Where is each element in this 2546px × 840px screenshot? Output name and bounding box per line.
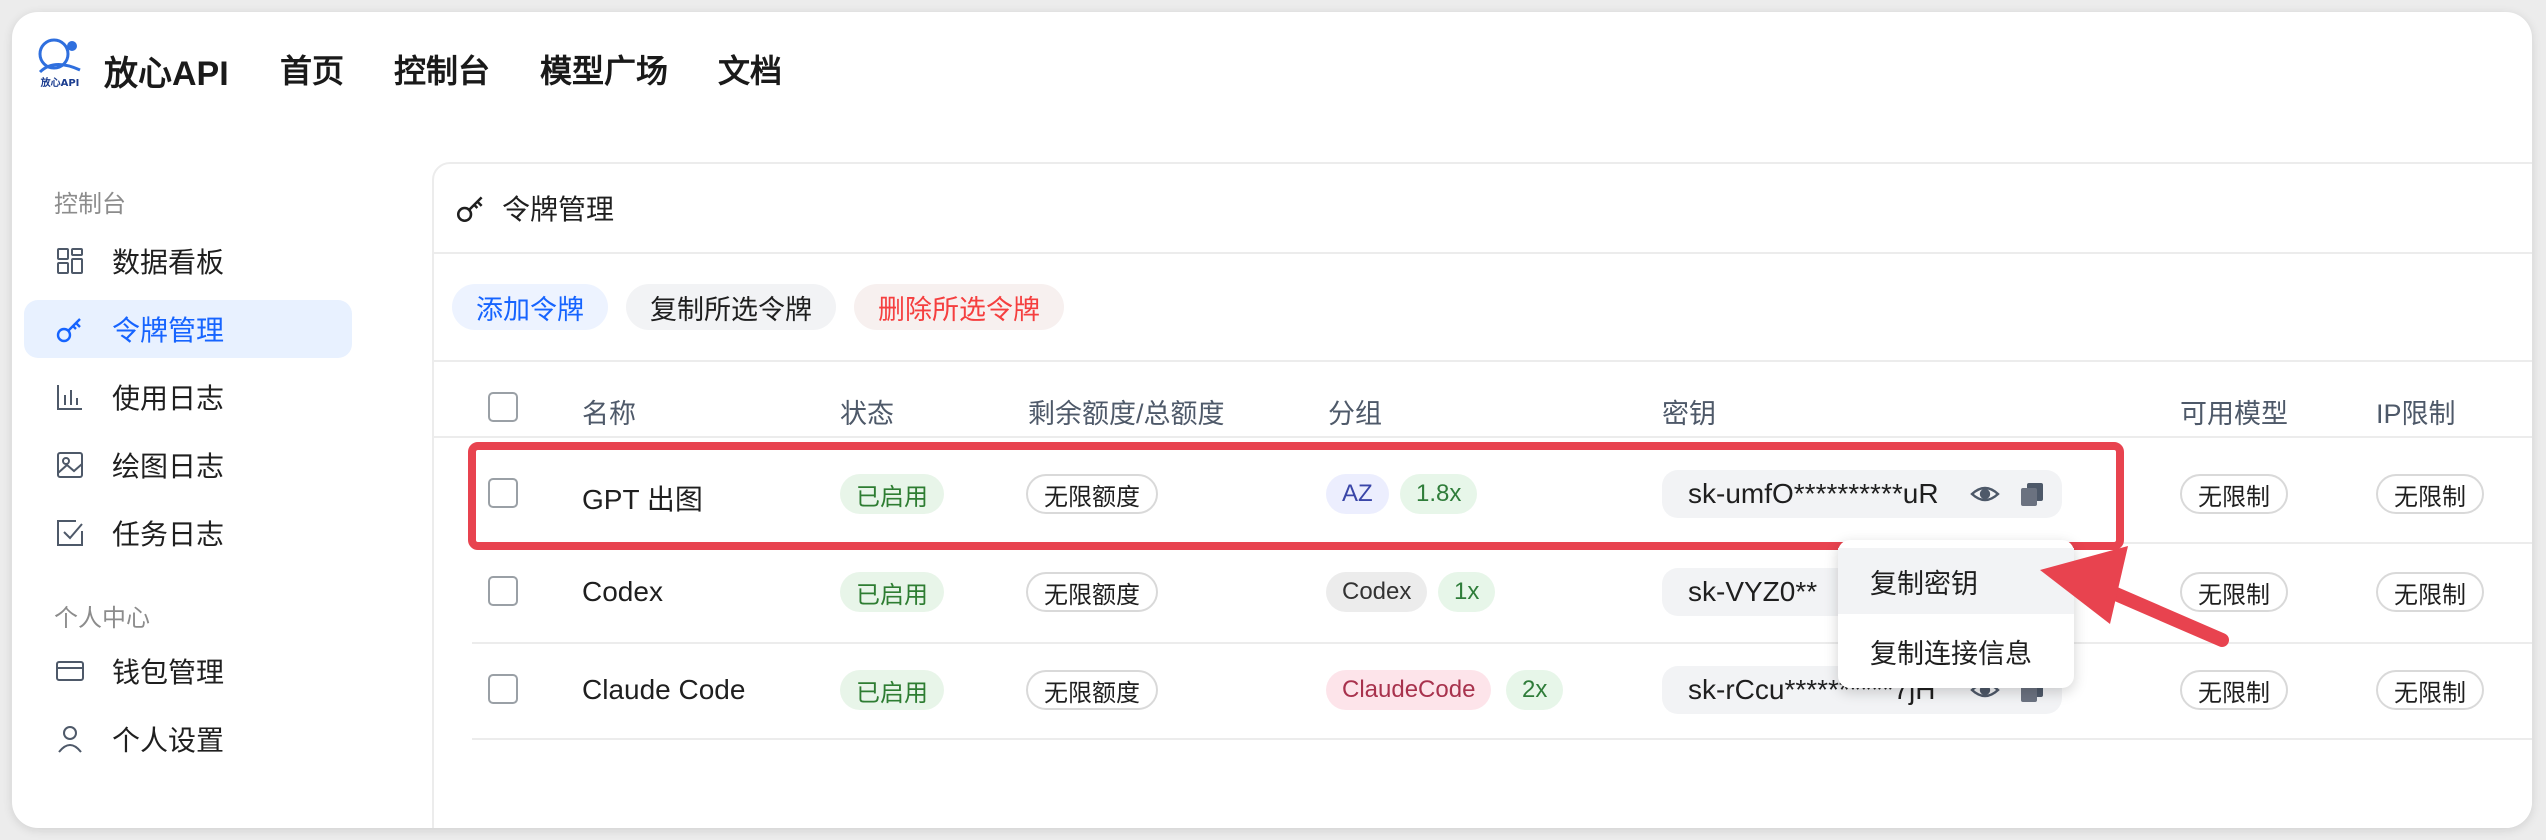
sidebar-item-label: 任务日志: [112, 519, 225, 550]
sidebar-section-console: 控制台: [54, 191, 126, 218]
column-header-group[interactable]: 分组: [1328, 392, 1382, 431]
models-badge: 无限制: [2180, 670, 2288, 710]
group-badge: Codex: [1326, 572, 1428, 612]
sidebar-item-label: 钱包管理: [112, 657, 225, 688]
divider: [434, 360, 2532, 362]
token-name: Codex: [582, 576, 663, 607]
sidebar-item-label: 令牌管理: [112, 315, 225, 346]
sidebar-item-wallet[interactable]: 钱包管理: [24, 642, 352, 700]
models-badge: 无限制: [2180, 474, 2288, 514]
image-icon: [57, 452, 83, 478]
logo-text: 放心API: [40, 76, 80, 88]
ip-badge: 无限制: [2376, 474, 2484, 514]
row-divider: [472, 738, 2532, 740]
row-checkbox[interactable]: [488, 674, 518, 704]
sidebar-item-label: 数据看板: [112, 247, 225, 278]
nav-model-plaza[interactable]: 模型广场: [540, 46, 668, 92]
sidebar-item-drawing-log[interactable]: 绘图日志: [24, 436, 352, 494]
key-value: sk-VYZ0**: [1688, 576, 1818, 607]
column-header-quota[interactable]: 剩余额度/总额度: [1028, 392, 1225, 431]
key-icon: [456, 196, 483, 223]
sidebar-item-label: 绘图日志: [112, 451, 225, 482]
card-header: 令牌管理: [434, 164, 2532, 254]
column-header-name[interactable]: 名称: [582, 392, 636, 431]
check-square-icon: [57, 520, 83, 546]
column-header-key[interactable]: 密钥: [1662, 392, 1716, 431]
sidebar-item-settings[interactable]: 个人设置: [24, 710, 352, 768]
ip-badge: 无限制: [2376, 572, 2484, 612]
token-name: Claude Code: [582, 674, 746, 705]
column-header-status[interactable]: 状态: [840, 392, 894, 431]
row-divider: [432, 436, 2532, 438]
key-icon: [56, 318, 81, 343]
highlight-box: [468, 442, 2124, 550]
status-badge: 已启用: [840, 670, 944, 710]
delete-selected-tokens-button[interactable]: 删除所选令牌: [854, 284, 1064, 330]
column-header-models[interactable]: 可用模型: [2180, 392, 2288, 431]
ip-badge: 无限制: [2376, 670, 2484, 710]
arrow-icon: [2040, 546, 2229, 647]
ratio-badge: 2x: [1506, 670, 1564, 710]
nav-docs[interactable]: 文档: [718, 46, 782, 92]
sidebar-item-usage-log[interactable]: 使用日志: [24, 368, 352, 426]
bar-chart-icon: [57, 385, 82, 410]
quota-badge: 无限额度: [1026, 572, 1158, 612]
sidebar-item-label: 使用日志: [112, 383, 225, 414]
add-token-button[interactable]: 添加令牌: [452, 284, 608, 330]
top-nav: 首页 控制台 模型广场 文档: [280, 46, 832, 92]
status-badge: 已启用: [840, 572, 944, 612]
sidebar-item-label: 个人设置: [112, 725, 225, 756]
app-window: 放心API 放心API 首页 控制台 模型广场 文档 控制台 数据看板 令牌管理: [12, 12, 2532, 828]
ratio-badge: 1x: [1438, 572, 1496, 612]
user-icon: [58, 726, 82, 753]
nav-console[interactable]: 控制台: [394, 46, 490, 92]
copy-selected-tokens-button[interactable]: 复制所选令牌: [626, 284, 836, 330]
wallet-icon: [56, 661, 84, 681]
card-title: 令牌管理: [502, 194, 615, 225]
sidebar-section-personal: 个人中心: [54, 605, 150, 632]
sidebar-item-dashboard[interactable]: 数据看板: [24, 232, 352, 290]
row-checkbox[interactable]: [488, 576, 518, 606]
column-header-ip[interactable]: IP限制: [2376, 392, 2456, 431]
brand-name[interactable]: 放心API: [104, 46, 229, 95]
top-header: 放心API 放心API 首页 控制台 模型广场 文档: [12, 12, 2532, 132]
group-badge: ClaudeCode: [1326, 670, 1492, 710]
logo-icon[interactable]: 放心API: [32, 32, 88, 88]
select-all-checkbox[interactable]: [488, 392, 518, 422]
dashboard-icon: [57, 248, 83, 274]
nav-home[interactable]: 首页: [280, 46, 344, 92]
sidebar: 控制台 数据看板 令牌管理 使用日志 绘图日志 任务日志 个人中心 钱包管理 个…: [12, 132, 432, 828]
sidebar-item-tokens[interactable]: 令牌管理: [24, 300, 352, 358]
quota-badge: 无限额度: [1026, 670, 1158, 710]
action-bar: 添加令牌 复制所选令牌 删除所选令牌: [452, 284, 1064, 330]
sidebar-item-task-log[interactable]: 任务日志: [24, 504, 352, 562]
